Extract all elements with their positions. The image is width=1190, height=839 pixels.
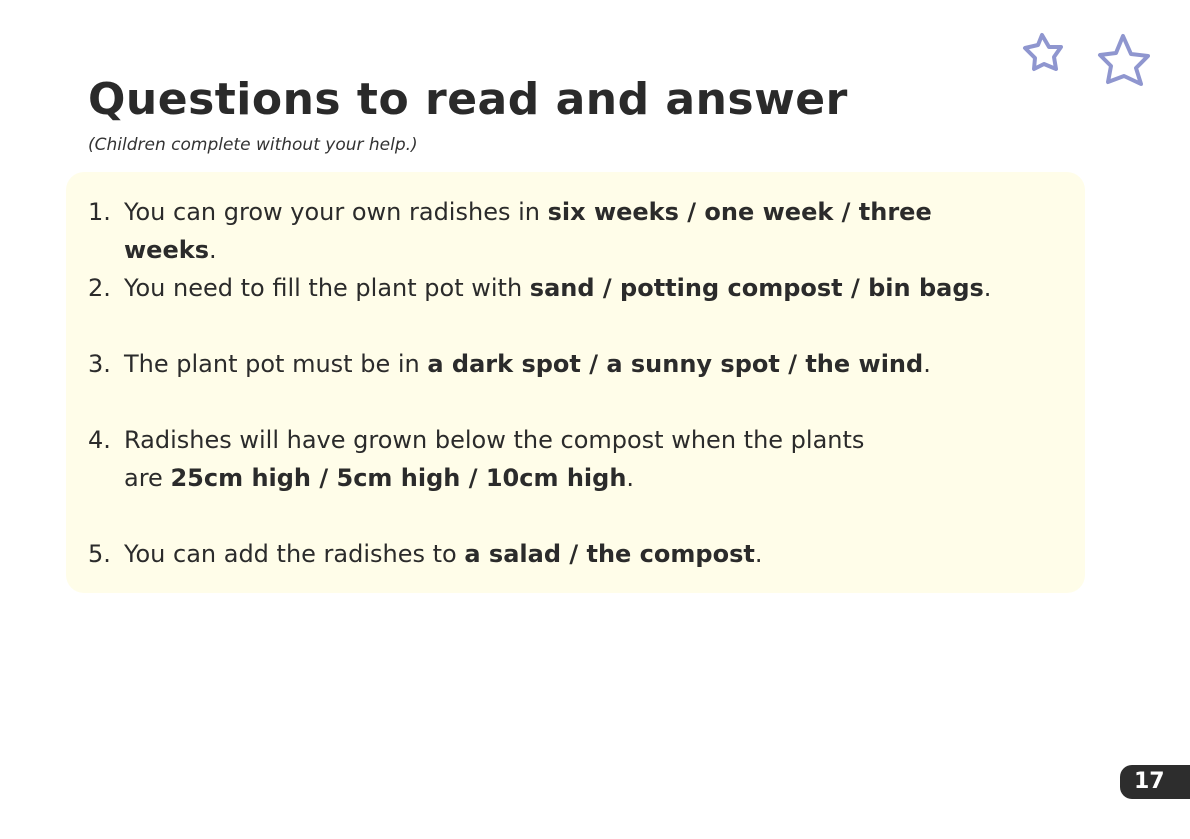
question-number: 3. — [88, 350, 111, 378]
star-icon — [1023, 33, 1063, 71]
question-4: 4. Radishes will have grown below the co… — [88, 421, 884, 497]
answer-options[interactable]: a dark spot / a sunny spot / the wind — [427, 350, 923, 378]
subtitle: (Children complete without your help.) — [88, 135, 418, 155]
answer-options[interactable]: a salad / the compost — [464, 540, 754, 568]
question-5: 5. You can add the radishes to a salad /… — [88, 535, 1024, 573]
question-1: 1. You can grow your own radishes in six… — [88, 193, 1024, 269]
question-2: 2. You need to fill the plant pot with s… — [88, 269, 1024, 307]
question-number: 5. — [88, 540, 111, 568]
question-3: 3. The plant pot must be in a dark spot … — [88, 345, 1024, 383]
star-icon — [1098, 34, 1150, 86]
question-number: 4. — [88, 426, 111, 454]
stars-decoration — [1010, 20, 1160, 99]
answer-options[interactable]: sand / potting compost / bin bags — [530, 274, 984, 302]
question-number: 1. — [88, 198, 111, 226]
answer-options[interactable]: 25cm high / 5cm high / 10cm high — [170, 464, 626, 492]
question-number: 2. — [88, 274, 111, 302]
page-number: 17 — [1120, 765, 1190, 799]
page-title: Questions to read and answer — [88, 74, 848, 125]
